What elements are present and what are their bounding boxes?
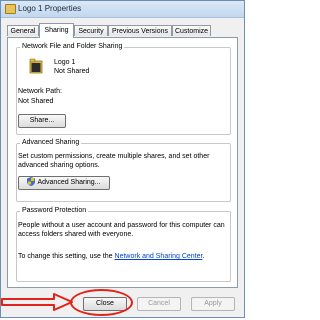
properties-window: Logo 1 Properties General Sharing Securi… xyxy=(0,0,245,318)
shield-icon xyxy=(27,177,36,186)
network-path-label: Network Path: xyxy=(18,88,62,95)
advanced-sharing-button[interactable]: Advanced Sharing... xyxy=(18,176,110,190)
tab-sharing[interactable]: Sharing xyxy=(39,23,74,38)
change-setting-text: To change this setting, use the Network … xyxy=(18,253,204,260)
change-setting-prefix: To change this setting, use the xyxy=(18,253,113,260)
annotation-ellipse xyxy=(70,289,133,316)
sharing-panel: Network File and Folder Sharing Logo 1 N… xyxy=(7,37,238,288)
shared-item-name: Logo 1 xyxy=(54,59,76,66)
password-protection-title: Password Protection xyxy=(20,207,89,214)
folder-icon xyxy=(5,4,16,14)
annotation-arrow-icon xyxy=(1,293,73,311)
advanced-sharing-title: Advanced Sharing xyxy=(20,139,82,146)
tab-security[interactable]: Security xyxy=(74,25,108,36)
advanced-sharing-group: Advanced Sharing Set custom permissions,… xyxy=(16,139,231,202)
tab-customize[interactable]: Customize xyxy=(172,25,211,36)
network-sharing-title: Network File and Folder Sharing xyxy=(20,43,125,50)
folder-icon xyxy=(29,58,43,74)
network-sharing-group: Network File and Folder Sharing Logo 1 N… xyxy=(16,43,231,135)
advanced-sharing-button-label: Advanced Sharing... xyxy=(37,179,101,186)
cancel-button[interactable]: Cancel xyxy=(137,297,181,311)
advanced-sharing-description: Set custom permissions, create multiple … xyxy=(18,153,210,169)
tab-general[interactable]: General xyxy=(7,25,39,36)
shared-item-status: Not Shared xyxy=(54,68,90,75)
share-button[interactable]: Share... xyxy=(18,114,66,128)
password-protection-group: Password Protection People without a use… xyxy=(16,207,231,282)
password-protection-description: People without a user account and passwo… xyxy=(18,222,225,238)
network-sharing-center-link[interactable]: Network and Sharing Center xyxy=(115,253,203,260)
link-suffix: . xyxy=(202,253,205,260)
title-bar: Logo 1 Properties xyxy=(1,1,244,18)
network-path-value: Not Shared xyxy=(18,98,54,105)
window-title: Logo 1 Properties xyxy=(18,4,82,13)
tab-previous-versions[interactable]: Previous Versions xyxy=(108,25,172,36)
apply-button[interactable]: Apply xyxy=(191,297,235,311)
